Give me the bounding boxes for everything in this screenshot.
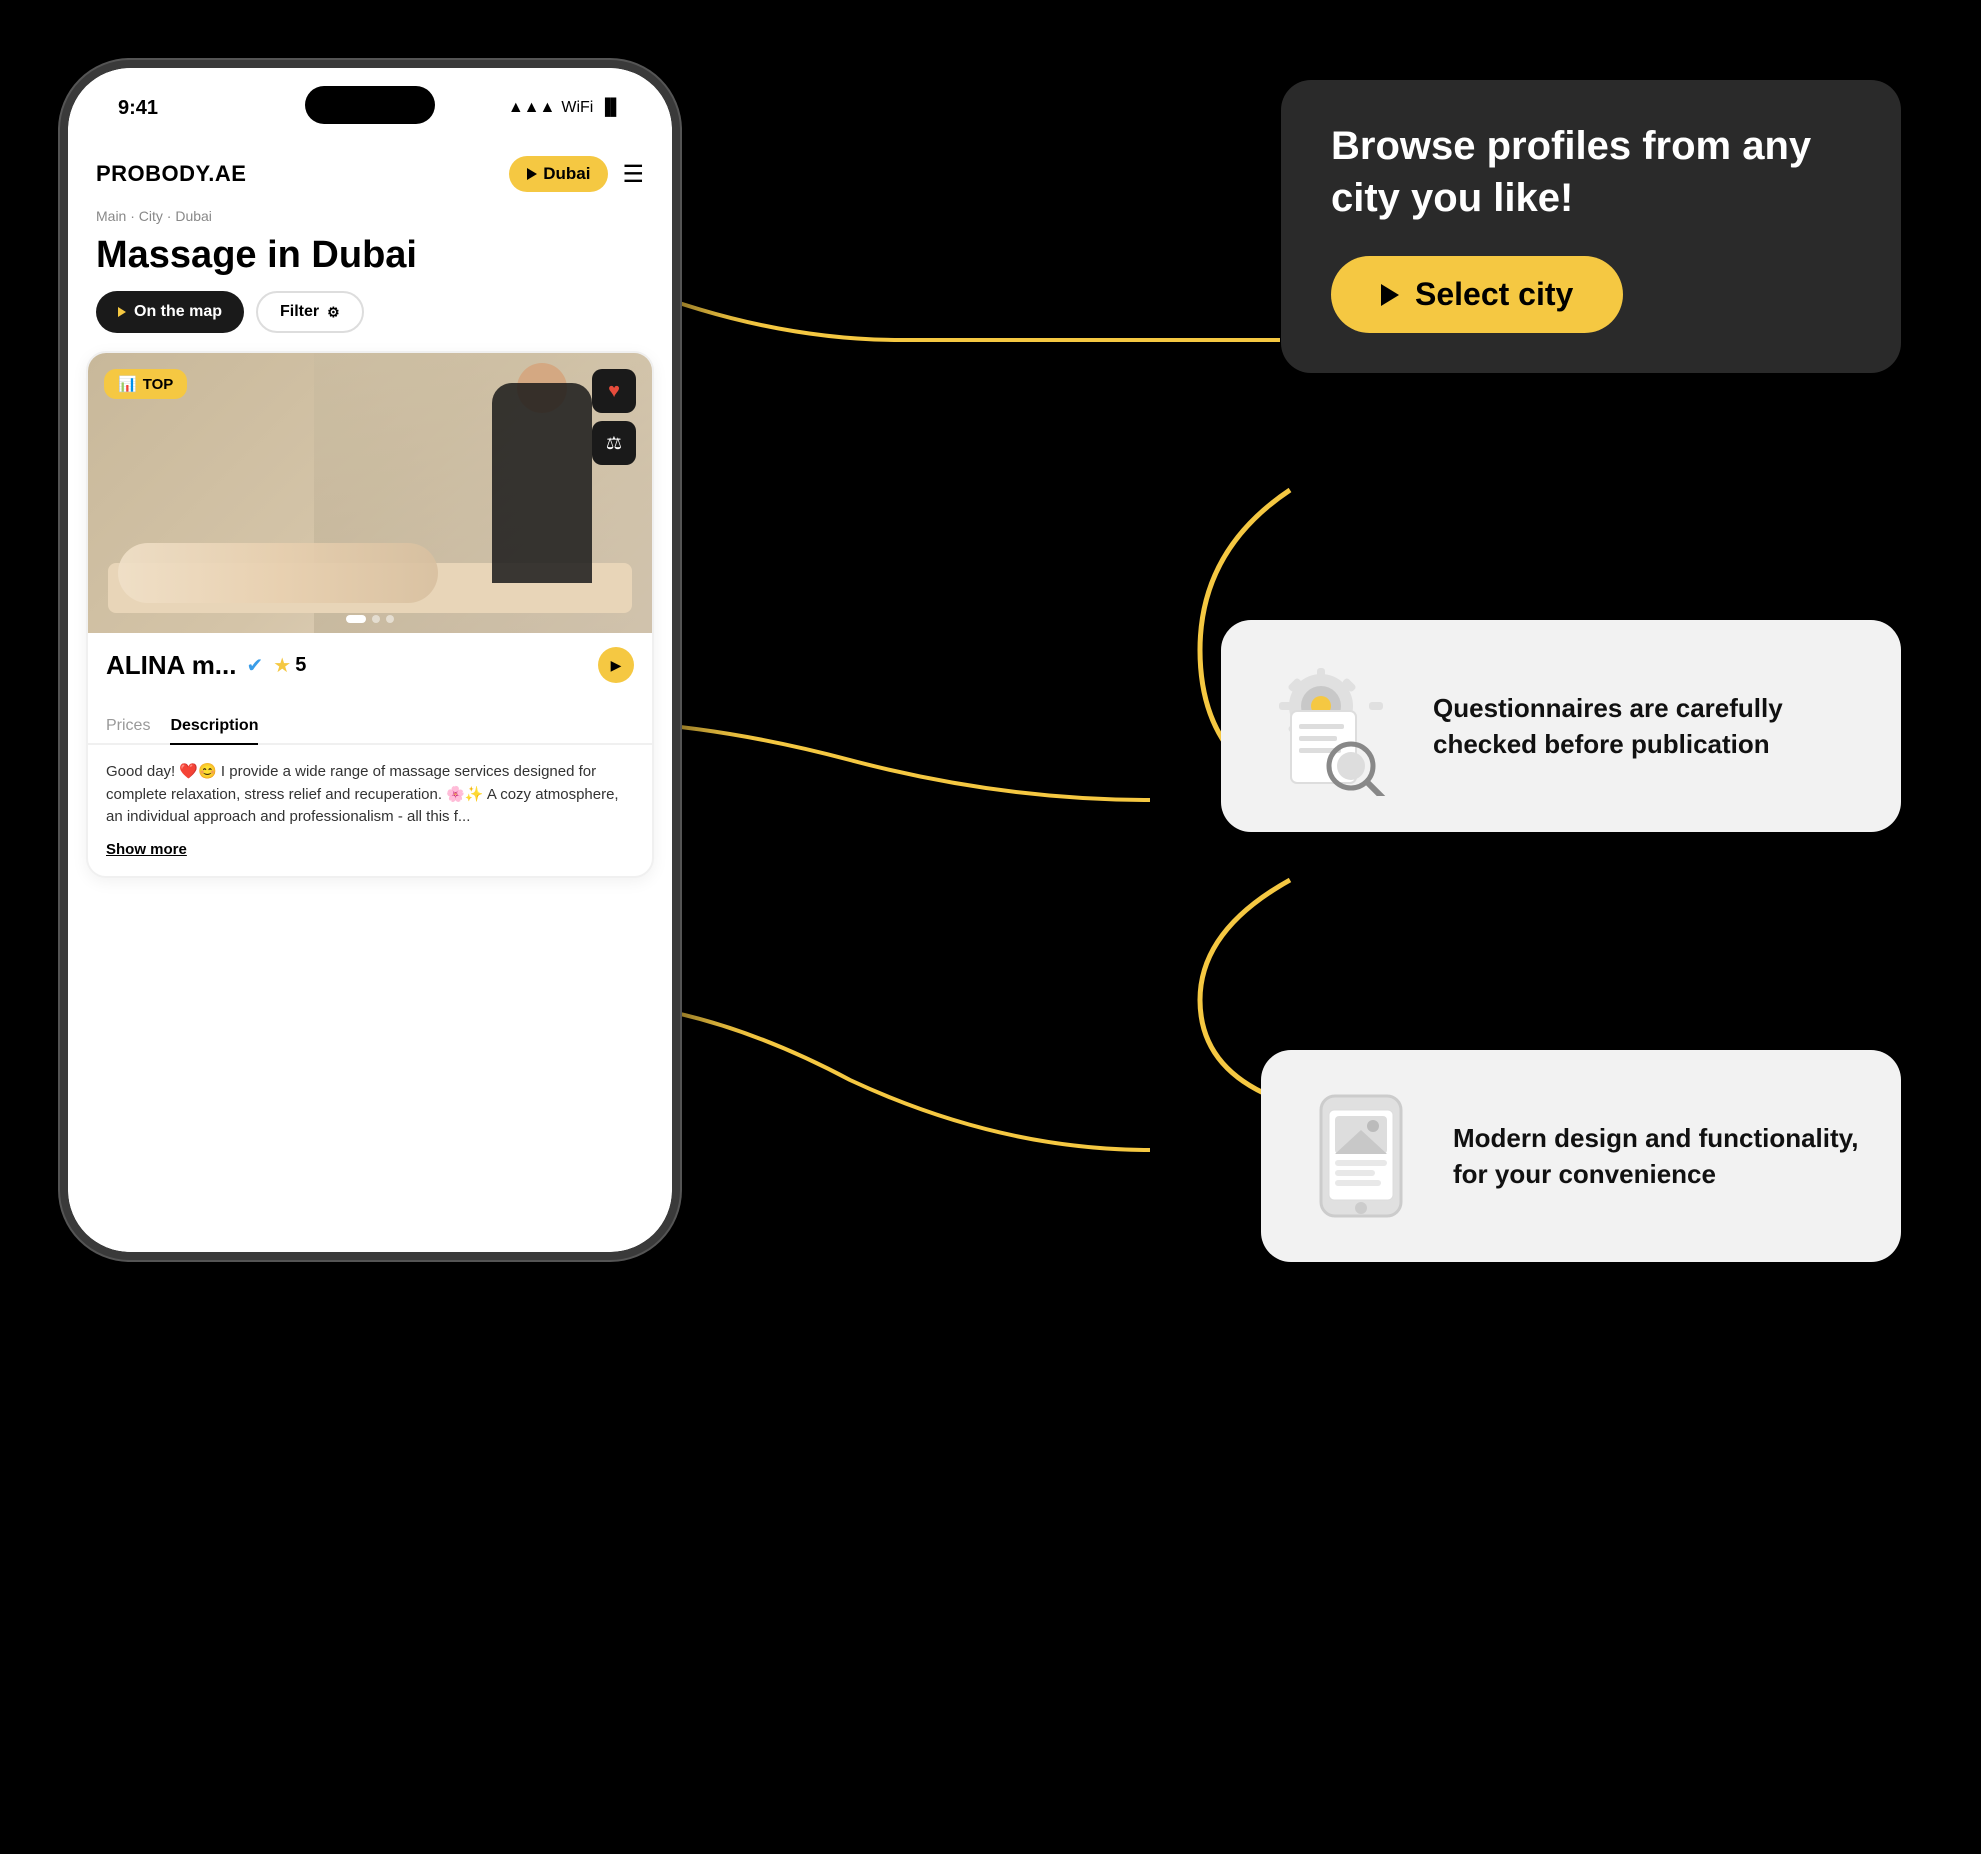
city-button[interactable]: Dubai — [509, 156, 608, 192]
questionnaire-text: Questionnaires are carefully checked bef… — [1433, 690, 1861, 763]
dot-1 — [346, 615, 366, 623]
select-city-button[interactable]: Select city — [1331, 256, 1623, 333]
status-time: 9:41 — [118, 97, 158, 120]
heart-button[interactable]: ♥ — [592, 369, 636, 413]
design-icon — [1301, 1086, 1421, 1226]
dot-2 — [372, 615, 380, 623]
star-icon: ★ — [273, 653, 291, 678]
card-image: 📊 TOP ♥ ⚖ — [88, 353, 652, 633]
page-title: Massage in Dubai — [68, 228, 672, 291]
app-header: PROBODY.AE Dubai ☰ — [68, 138, 672, 204]
design-svg-icon — [1301, 1086, 1421, 1226]
city-label: Dubai — [543, 164, 590, 184]
header-right: Dubai ☰ — [509, 156, 644, 192]
action-buttons: On the map Filter ⚙ — [68, 291, 672, 351]
profile-card: 📊 TOP ♥ ⚖ — [86, 351, 654, 878]
questionnaire-svg-icon — [1261, 656, 1401, 796]
map-button-label: On the map — [134, 303, 222, 321]
tab-description[interactable]: Description — [170, 709, 258, 743]
signal-icon: ▲▲▲ — [508, 99, 556, 117]
heart-icon: ♥ — [608, 380, 620, 403]
phone-frame: 9:41 ▲▲▲ WiFi ▐▌ PROBODY.AE Dubai — [60, 60, 680, 1260]
tab-prices[interactable]: Prices — [106, 709, 150, 743]
questionnaire-callout: Questionnaires are carefully checked bef… — [1221, 620, 1901, 832]
design-callout: Modern design and functionality, for you… — [1261, 1050, 1901, 1262]
app-logo: PROBODY.AE — [96, 161, 246, 187]
filter-icon: ⚙ — [327, 304, 340, 321]
wifi-icon: WiFi — [561, 99, 593, 117]
phone-mockup: 9:41 ▲▲▲ WiFi ▐▌ PROBODY.AE Dubai — [60, 60, 680, 1260]
questionnaire-icon — [1261, 656, 1401, 796]
profile-name-row: ALINA m... ✔ ★ 5 ▶ — [106, 647, 634, 683]
image-dots — [346, 615, 394, 623]
design-text: Modern design and functionality, for you… — [1453, 1120, 1861, 1193]
city-arrow-icon — [527, 168, 537, 180]
select-city-label: Select city — [1415, 276, 1573, 313]
location-arrow-icon: ▶ — [611, 657, 622, 674]
filter-label: Filter — [280, 303, 319, 321]
screen-content: PROBODY.AE Dubai ☰ Main · City · Dubai M… — [68, 138, 672, 1252]
top-label: TOP — [143, 376, 174, 393]
profile-name: ALINA m... — [106, 650, 236, 681]
phone-screen: 9:41 ▲▲▲ WiFi ▐▌ PROBODY.AE Dubai — [68, 68, 672, 1252]
dynamic-island — [305, 86, 435, 124]
city-callout: Browse profiles from any city you like! … — [1281, 80, 1901, 373]
battery-icon: ▐▌ — [599, 99, 622, 117]
compare-icon: ⚖ — [606, 433, 622, 454]
person-lying — [118, 543, 438, 603]
rating-value: 5 — [295, 654, 306, 677]
profile-description: Good day! ❤️😊 I provide a wide range of … — [88, 753, 652, 837]
dot-3 — [386, 615, 394, 623]
map-arrow-icon — [118, 307, 126, 317]
filter-button[interactable]: Filter ⚙ — [256, 291, 364, 333]
map-button[interactable]: On the map — [96, 291, 244, 333]
select-city-arrow-icon — [1381, 284, 1399, 306]
top-badge: 📊 TOP — [104, 369, 187, 399]
top-icon: 📊 — [118, 375, 137, 393]
location-button[interactable]: ▶ — [598, 647, 634, 683]
card-tabs: Prices Description — [88, 709, 652, 745]
compare-button[interactable]: ⚖ — [592, 421, 636, 465]
show-more-button[interactable]: Show more — [88, 837, 652, 876]
hamburger-icon[interactable]: ☰ — [622, 160, 644, 189]
therapist-body — [492, 383, 592, 583]
city-callout-text: Browse profiles from any city you like! — [1331, 120, 1851, 224]
rating-row: ★ 5 — [273, 653, 306, 678]
breadcrumb: Main · City · Dubai — [68, 204, 672, 228]
card-body: ALINA m... ✔ ★ 5 ▶ — [88, 633, 652, 709]
status-icons: ▲▲▲ WiFi ▐▌ — [508, 99, 622, 117]
verified-icon: ✔ — [246, 653, 263, 678]
